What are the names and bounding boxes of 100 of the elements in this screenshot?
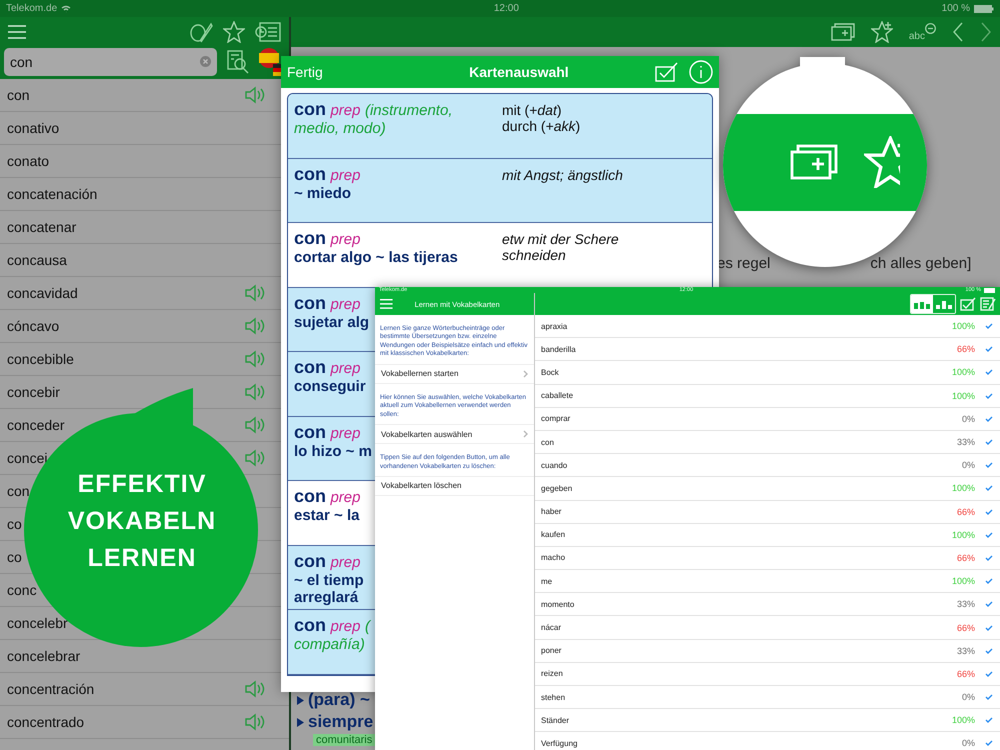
vocabulary-row[interactable]: banderilla 66% [535, 338, 1000, 362]
score-text: 66% [956, 668, 975, 679]
menu-icon[interactable] [380, 299, 393, 309]
vocabulary-row[interactable]: Ständer 100% [535, 709, 1000, 732]
score-text: 66% [956, 552, 975, 563]
menu-item[interactable]: Vokabelkarten auswählen [375, 424, 534, 444]
view-mode-tab[interactable] [933, 295, 955, 313]
check-icon[interactable] [985, 532, 993, 538]
word-list-item[interactable]: concelebrar [7, 648, 80, 664]
vocabulary-row[interactable]: con 33% [535, 430, 1000, 454]
clear-icon[interactable] [200, 56, 211, 67]
check-icon[interactable] [985, 670, 993, 677]
check-icon[interactable] [985, 694, 993, 700]
score-text: 100% [950, 390, 975, 401]
forward-icon[interactable] [980, 21, 992, 43]
card-add-icon[interactable] [830, 23, 855, 41]
vocabulary-card[interactable]: con prep sujetar alg [288, 288, 375, 352]
check-icon[interactable] [985, 346, 993, 352]
menu-item[interactable]: Vokabelkarten löschen [375, 476, 534, 496]
vocabulary-row[interactable]: haber 66% [535, 500, 1000, 524]
headword: con [294, 164, 326, 184]
vocabulary-row[interactable]: momento 33% [535, 593, 1000, 616]
vocabulary-card[interactable]: con prep ~ el tiemp arreglará [288, 546, 375, 610]
vocabulary-row[interactable]: reizen 66% [535, 662, 1000, 686]
word-list-item[interactable]: concentración [7, 681, 94, 697]
check-icon[interactable] [985, 392, 993, 399]
chevron-icon[interactable] [523, 370, 528, 378]
edit-check-icon[interactable] [655, 62, 679, 82]
chevron-icon[interactable] [523, 430, 528, 438]
vocabulary-row[interactable]: Verfügung 0% [535, 732, 1000, 750]
word-list-item[interactable]: con [7, 483, 30, 499]
word-list-item[interactable]: concausa [7, 252, 67, 268]
search-field[interactable]: con [4, 48, 217, 76]
check-icon[interactable] [985, 740, 993, 746]
word-list-item[interactable]: concatenar [7, 219, 76, 235]
handwriting-icon[interactable] [189, 21, 213, 43]
check-icon[interactable] [985, 578, 993, 584]
vocabulary-row[interactable]: cuando 0% [535, 454, 1000, 478]
info-icon[interactable] [689, 60, 713, 84]
check-icon[interactable] [985, 462, 993, 468]
edit-check-icon[interactable] [960, 297, 976, 311]
word-list-item[interactable]: concatenación [7, 186, 98, 202]
word-list-item[interactable]: concentrado [7, 714, 84, 730]
word-list-item[interactable]: conc [7, 582, 37, 598]
check-icon[interactable] [985, 439, 993, 446]
check-icon[interactable] [985, 508, 993, 515]
history-list-icon[interactable] [255, 21, 281, 43]
vocabulary-row[interactable]: macho 66% [535, 546, 1000, 570]
vocabulary-card[interactable]: con prep ~ miedo mit Angst; ängstlich [288, 158, 712, 223]
favorites-icon[interactable] [223, 21, 245, 43]
word-list-item[interactable]: concebible [7, 351, 74, 367]
check-icon[interactable] [985, 717, 993, 724]
vocabulary-row[interactable]: kaufen 100% [535, 524, 1000, 547]
word-list-item[interactable]: conceder [7, 417, 65, 433]
word-list-item[interactable]: concelebr [7, 615, 68, 631]
vocabulary-card[interactable]: con prep ( compañía) [288, 610, 375, 674]
word-list-item[interactable]: conativo [7, 120, 60, 136]
vocabulary-row[interactable]: gegeben 100% [535, 477, 1000, 500]
headword: con [294, 550, 326, 570]
check-icon[interactable] [985, 624, 993, 631]
word-list-item[interactable]: conato [7, 153, 50, 169]
vocabulary-card[interactable]: con prep (instrumento, medio, modo) mit (+dat) durch (+akk) [288, 94, 712, 158]
back-icon[interactable] [952, 21, 964, 43]
part-of-speech: prep [330, 489, 360, 506]
check-icon[interactable] [985, 485, 993, 492]
check-icon[interactable] [985, 416, 993, 422]
text-size-button[interactable]: abc [908, 22, 936, 42]
menu-icon[interactable] [8, 25, 26, 39]
view-mode-tab[interactable] [911, 295, 933, 313]
vocabulary-row[interactable]: stehen 0% [535, 686, 1000, 710]
vocabulary-row[interactable]: poner 33% [535, 640, 1000, 663]
word-list-item[interactable]: co [7, 549, 22, 565]
headword: con [294, 615, 326, 635]
part-of-speech: prep [330, 618, 360, 635]
check-icon[interactable] [985, 601, 993, 608]
vocabulary-row[interactable]: caballete 100% [535, 384, 1000, 408]
search-document-icon[interactable] [227, 50, 249, 74]
example-phrase: (para) ~ [308, 690, 370, 710]
menu-item[interactable]: Vokabellernen starten [375, 364, 534, 384]
vocabulary-row[interactable]: nácar 66% [535, 616, 1000, 640]
word-list-item[interactable]: con [7, 87, 30, 103]
word-list-item[interactable]: cóncavo [7, 318, 60, 334]
check-icon[interactable] [985, 369, 993, 376]
card-add-icon[interactable] [790, 144, 838, 180]
vocabulary-row[interactable]: me 100% [535, 570, 1000, 594]
example-phrase: ~ el tiemp [294, 572, 364, 588]
check-icon[interactable] [985, 648, 993, 654]
word-list-item[interactable]: concebir [7, 384, 60, 400]
word-list-item[interactable]: concej [7, 450, 48, 466]
word-list-item[interactable]: concavidad [7, 285, 78, 301]
vocabulary-card[interactable]: con prep lo hizo ~ m [288, 416, 375, 481]
edit-list-icon[interactable] [980, 297, 996, 311]
vocabulary-row[interactable]: comprar 0% [535, 408, 1000, 431]
check-icon[interactable] [985, 323, 993, 330]
favorite-add-icon[interactable] [870, 21, 893, 43]
vocabulary-row[interactable]: apraxia 100% [535, 315, 1000, 338]
word-list-item[interactable]: co [7, 516, 22, 532]
vocabulary-row[interactable]: Bock 100% [535, 361, 1000, 385]
vocabulary-card[interactable]: con prep conseguir [288, 352, 375, 416]
check-icon[interactable] [985, 554, 993, 561]
